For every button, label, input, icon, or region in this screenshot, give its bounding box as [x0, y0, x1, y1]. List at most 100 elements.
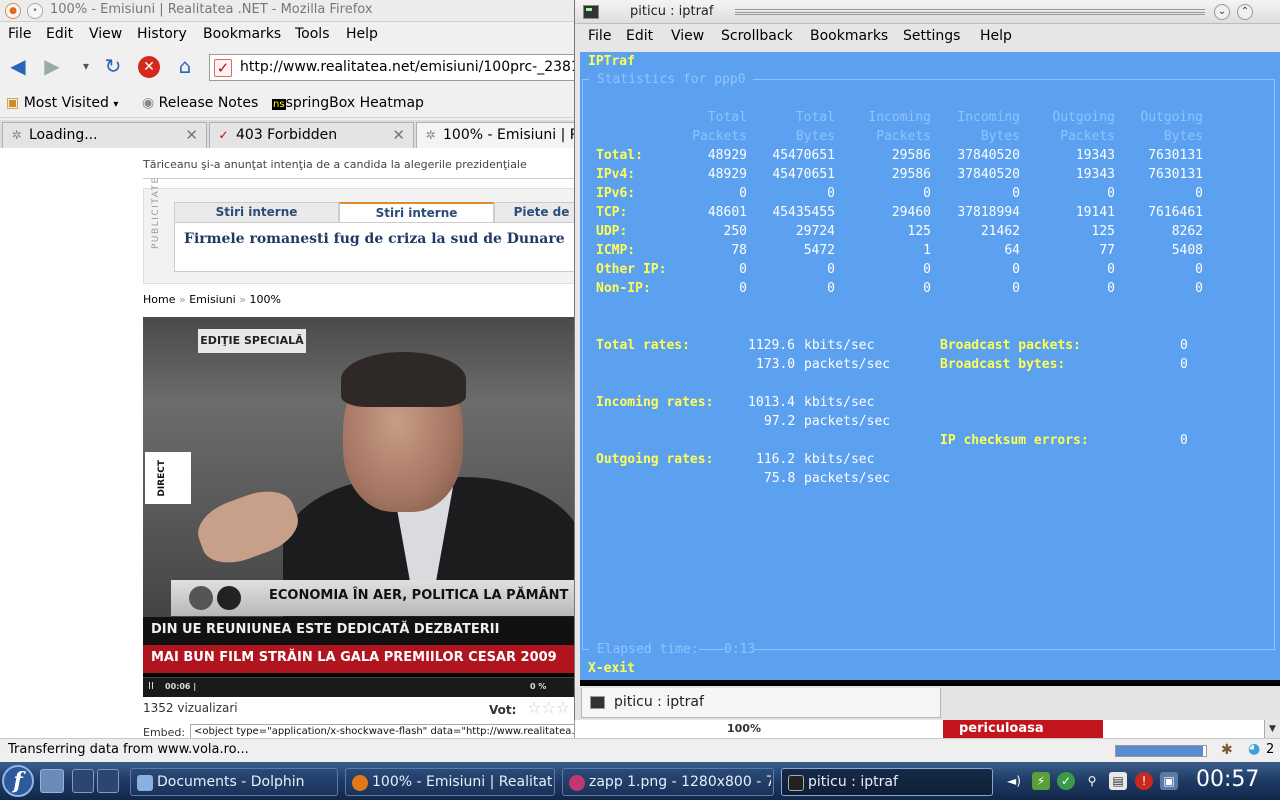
konsole-menu-file[interactable]: File	[588, 28, 611, 44]
terminal-area[interactable]: IPTraf Statistics for ppp0 Total Packets T…	[580, 52, 1280, 680]
pager-desktop-2-icon[interactable]	[97, 769, 119, 793]
row-value: 250	[723, 224, 747, 239]
column-header: Total	[707, 110, 747, 125]
pause-icon[interactable]: II	[148, 681, 154, 692]
reload-icon[interactable]: ↻	[101, 55, 125, 79]
news-tab-stiri-interne-1[interactable]: Stiri interne	[174, 202, 339, 222]
maximize-icon[interactable]: ⌃	[1237, 4, 1253, 20]
news-widget: PUBLICITATE Stiri interne Stiri interne …	[143, 176, 574, 284]
konsole-menu-edit[interactable]: Edit	[626, 28, 653, 44]
konsole-menu-help[interactable]: Help	[980, 28, 1012, 44]
row-value: 77	[1099, 243, 1115, 258]
row-value: 0	[827, 281, 835, 296]
bird-icon[interactable]: ◕	[1248, 741, 1260, 757]
konsole-menubar: File Edit View Scrollback Bookmarks Sett…	[575, 25, 1280, 49]
row-value: 29586	[891, 148, 931, 163]
forward-arrow-icon[interactable]: ▶	[40, 55, 64, 79]
video-ticker-red: MAI BUN FILM STRĂIN LA GALA PREMIILOR CE…	[143, 645, 574, 673]
tab-emisiuni[interactable]: ✲ 100% - Emisiuni | R	[416, 122, 574, 149]
history-dropdown-icon[interactable]: ▾	[74, 55, 98, 79]
news-tab-stiri-interne-2[interactable]: Stiri interne	[339, 202, 494, 222]
konsole-menu-view[interactable]: View	[671, 28, 704, 44]
video-buffer-percent: 0 %	[530, 682, 547, 691]
konsole-menu-scrollback[interactable]: Scrollback	[721, 28, 793, 44]
red-banner: periculoasa	[943, 720, 1103, 738]
scroll-down-arrow-icon[interactable]: ▼	[1264, 720, 1280, 738]
clock: 00:57	[1196, 767, 1260, 792]
volume-icon[interactable]: ◄)	[1005, 772, 1023, 790]
menu-bookmarks[interactable]: Bookmarks	[203, 26, 281, 42]
close-tab-icon[interactable]: ✕	[185, 126, 198, 144]
task-image-viewer[interactable]: zapp 1.png - 1280x800 - 71°	[562, 768, 774, 796]
column-header: Incoming	[957, 110, 1020, 125]
background-percent: 100%	[727, 722, 761, 735]
bookmark-most-visited[interactable]: ▣ Most Visited ▾	[6, 95, 118, 111]
menu-view[interactable]: View	[89, 26, 122, 42]
column-header: Outgoing	[1052, 110, 1115, 125]
broadcast-bytes-value: 0	[1180, 357, 1188, 372]
bookmarks-folder-icon: ▣	[6, 95, 20, 111]
window-menu-button[interactable]: •	[27, 3, 43, 19]
firefox-statusbar: Transferring data from www.vola.ro... ✱ …	[0, 738, 1280, 762]
bookmark-springbox-heatmap[interactable]: nsspringBox Heatmap	[272, 95, 424, 111]
row-value: 45470651	[772, 167, 835, 182]
task-konsole[interactable]: piticu : iptraf	[781, 768, 993, 796]
breadcrumb-emisiuni[interactable]: Emisiuni	[189, 293, 236, 306]
incoming-packets-value: 97.2	[764, 414, 796, 429]
konsole-menu-bookmarks[interactable]: Bookmarks	[810, 28, 888, 44]
task-firefox[interactable]: 100% - Emisiuni | Realitatea	[345, 768, 555, 796]
star-icon[interactable]: ☆	[527, 698, 541, 717]
show-desktop-icon[interactable]	[40, 769, 64, 793]
menu-tools[interactable]: Tools	[295, 26, 330, 42]
home-icon[interactable]: ⌂	[173, 55, 197, 79]
display-icon[interactable]: ▣	[1160, 772, 1178, 790]
site-favicon-icon: ✓	[214, 59, 232, 77]
close-tab-icon[interactable]: ✕	[392, 126, 405, 144]
minimize-icon[interactable]: ⌄	[1214, 4, 1230, 20]
url-text[interactable]: http://www.realitatea.net/emisiuni/100pr…	[240, 59, 574, 75]
menu-file[interactable]: File	[8, 26, 31, 42]
power-icon[interactable]: ⚡	[1032, 772, 1050, 790]
bookmark-release-notes[interactable]: ◉ Release Notes	[142, 95, 258, 111]
alert-icon[interactable]: !	[1135, 772, 1153, 790]
article-headline-link[interactable]: Tăriceanu şi-a anunţat intenţia de a can…	[143, 158, 527, 171]
terminal-icon	[583, 5, 599, 19]
menu-edit[interactable]: Edit	[46, 26, 73, 42]
konsole-tab-iptraf[interactable]: piticu : iptraf	[581, 688, 941, 718]
news-tab-piete[interactable]: Piete de	[494, 202, 574, 222]
task-dolphin[interactable]: Documents - Dolphin	[130, 768, 338, 796]
menu-history[interactable]: History	[137, 26, 187, 42]
konsole-menu-settings[interactable]: Settings	[903, 28, 960, 44]
news-headline-link[interactable]: Firmele romanesti fug de criza la sud de…	[184, 231, 565, 247]
folder-icon	[137, 775, 153, 791]
row-value: 37818994	[957, 205, 1020, 220]
page-icon: ◉	[142, 95, 155, 111]
address-bar[interactable]: ✓ http://www.realitatea.net/emisiuni/100…	[209, 54, 574, 81]
breadcrumb-home[interactable]: Home	[143, 293, 175, 306]
row-label: TCP:	[596, 205, 628, 220]
star-icon[interactable]: ☆	[541, 698, 555, 717]
back-arrow-icon[interactable]: ◀	[6, 55, 30, 79]
pager-desktop-1-icon[interactable]	[72, 769, 94, 793]
tab-403-forbidden[interactable]: ✓ 403 Forbidden ✕	[209, 122, 414, 148]
tab-loading[interactable]: ✲ Loading... ✕	[2, 122, 207, 148]
clipboard-icon[interactable]: ▤	[1109, 772, 1127, 790]
firefox-window: ● • 100% - Emisiuni | Realitatea .NET - …	[0, 0, 574, 762]
network-icon[interactable]: ⚲	[1083, 772, 1101, 790]
row-value: 48929	[707, 167, 747, 182]
row-label: Total:	[596, 148, 643, 163]
menu-help[interactable]: Help	[346, 26, 378, 42]
row-value: 0	[923, 281, 931, 296]
star-icon[interactable]: ☆	[556, 698, 570, 717]
bug-icon[interactable]: ✱	[1221, 742, 1233, 758]
stop-icon[interactable]: ✕	[138, 56, 160, 78]
row-label: IPv4:	[596, 167, 636, 182]
update-icon[interactable]: ✓	[1057, 772, 1075, 790]
embed-code-field[interactable]: <object type="application/x-shockwave-fl…	[190, 724, 574, 738]
incoming-rates-label: Incoming rates:	[596, 395, 714, 410]
fedora-menu-icon[interactable]: f	[2, 765, 34, 797]
rating-stars[interactable]: ☆☆☆	[527, 698, 570, 717]
video-player[interactable]: EDIŢIE SPECIALĂ DIRECT ECONOMIA ÎN AER, …	[143, 317, 574, 697]
total-rates-label: Total rates:	[596, 338, 690, 353]
outgoing-kbits-value: 116.2	[756, 452, 796, 467]
